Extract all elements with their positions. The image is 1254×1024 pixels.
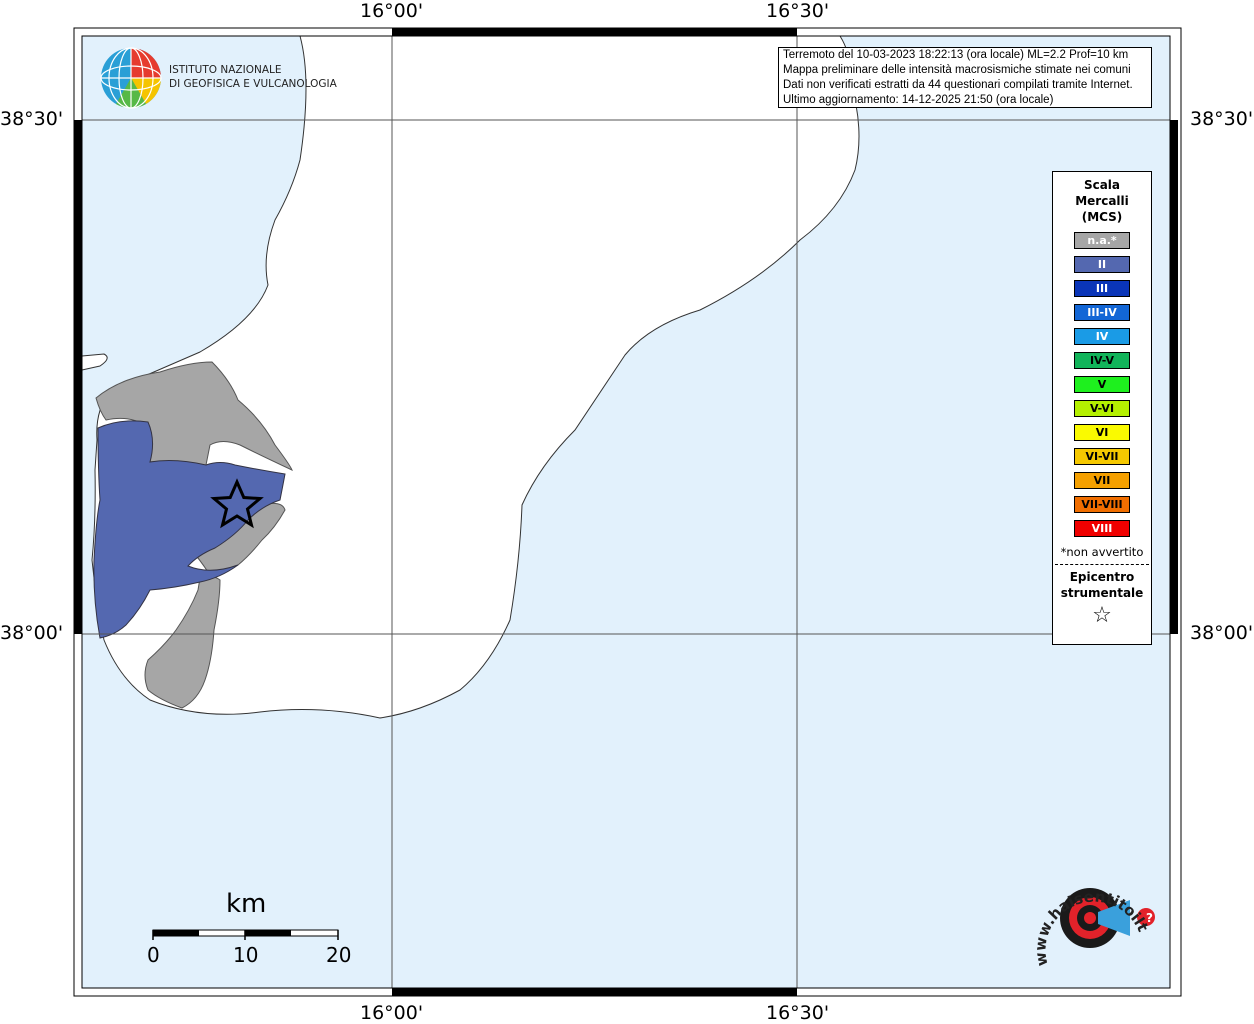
lat-tick-label: 38°00' <box>1190 622 1254 644</box>
legend-swatch: IV-V <box>1074 352 1130 369</box>
scale-label: 20 <box>326 943 352 967</box>
lat-tick-label: 38°00' <box>0 622 64 644</box>
lon-tick-label: 16°30' <box>766 1002 830 1024</box>
legend-swatch: VI <box>1074 424 1130 441</box>
logo-line: DI GEOFISICA E VULCANOLOGIA <box>169 78 337 90</box>
epicenter-legend-title: Epicentro strumentale <box>1053 569 1151 601</box>
not-felt-note: *non avvertito <box>1060 545 1144 559</box>
scale-label: 0 <box>147 943 160 967</box>
scale-unit: km <box>226 889 267 919</box>
svg-text:www.haisentitoilterremoto.it: www.haisentitoilterremoto.it <box>1030 865 1152 968</box>
legend-items: n.a.* II III III-IV IV IV-V V V-VI VI VI-VII VII VI… <box>1053 232 1151 537</box>
logo-line: ISTITUTO NAZIONALE <box>169 64 282 76</box>
info-line: Terremoto del 10-03-2023 18:22:13 (ora l… <box>783 49 1129 61</box>
globe-icon <box>100 47 162 109</box>
legend-swatch: VIII <box>1074 520 1130 537</box>
legend-title-line: (MCS) <box>1081 210 1123 224</box>
legend-swatch: III-IV <box>1074 304 1130 321</box>
lon-tick-label: 16°00' <box>360 0 424 22</box>
legend-swatch: IV <box>1074 328 1130 345</box>
ingv-logo-text: ISTITUTO NAZIONALE DI GEOFISICA E VULCAN… <box>169 63 337 91</box>
info-line: Dati non verificati estratti da 44 quest… <box>783 79 1133 91</box>
legend-swatch: V <box>1074 376 1130 393</box>
earthquake-info-box: Terremoto del 10-03-2023 18:22:13 (ora l… <box>778 47 1152 108</box>
info-line: Ultimo aggiornamento: 14-12-2025 21:50 (… <box>783 94 1054 106</box>
legend-divider <box>1055 564 1149 565</box>
lat-tick-label: 38°30' <box>1190 108 1254 130</box>
lon-tick-label: 16°00' <box>360 1002 424 1024</box>
legend-swatch: II <box>1074 256 1130 273</box>
legend-title-line: Mercalli <box>1075 194 1129 208</box>
lat-tick-label: 38°30' <box>0 108 64 130</box>
legend-title-line: Scala <box>1083 178 1121 192</box>
scale-label: 10 <box>233 943 259 967</box>
legend-swatch: VI-VII <box>1074 448 1130 465</box>
legend-swatch: VII-VIII <box>1074 496 1130 513</box>
legend-title: Scala Mercalli (MCS) <box>1053 177 1151 225</box>
epicenter-legend-line: strumentale <box>1060 586 1144 600</box>
info-line: Mappa preliminare delle intensità macros… <box>783 64 1131 76</box>
epicenter-legend-line: Epicentro <box>1069 570 1135 584</box>
legend-swatch: V-VI <box>1074 400 1130 417</box>
legend-swatch: III <box>1074 280 1130 297</box>
epicenter-star-legend-icon: ☆ <box>1092 603 1112 628</box>
mcs-legend: Scala Mercalli (MCS) n.a.* II III III-IV IV I… <box>1052 171 1152 645</box>
legend-swatch: n.a.* <box>1074 232 1130 249</box>
lon-tick-label: 16°30' <box>766 0 830 22</box>
brand-logo-text: www.haisentitoilterremoto.it ? <box>1030 865 1153 968</box>
brand-question-mark: ? <box>1146 911 1153 925</box>
legend-swatch: VII <box>1074 472 1130 489</box>
brand-url-text: www.haisentitoilterremoto.it <box>1030 865 1152 968</box>
